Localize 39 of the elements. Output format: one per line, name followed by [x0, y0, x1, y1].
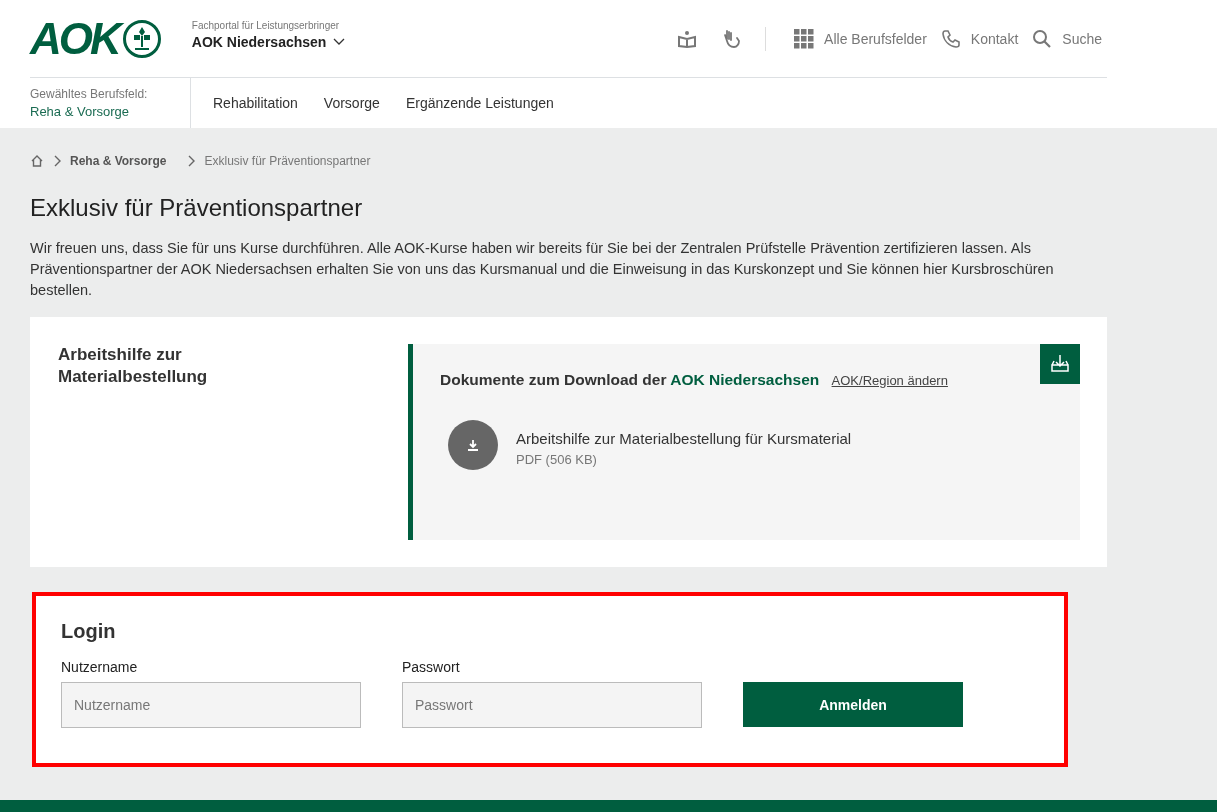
download-button[interactable]	[448, 420, 498, 470]
search-link[interactable]: Suche	[1032, 28, 1102, 49]
professions-link[interactable]: Alle Berufsfelder	[794, 28, 927, 49]
intro-paragraph: Wir freuen uns, dass Sie für uns Kurse durchführen. Alle AOK-Kurse haben wir bereits für Sie bei der Zentralen Prüfstelle Prävention zertifizieren lassen. Als Präventionspartner der AOK Niedersachsen erhalten Sie von uns das Kursmanual und die Einweisung in das Kurskonzept und Sie können hier Kursbroschüren bestellen.	[30, 239, 1055, 300]
phone-icon	[940, 28, 961, 49]
login-title: Login	[61, 620, 117, 643]
chevron-down-icon	[333, 37, 346, 46]
login-button[interactable]: Anmelden	[743, 682, 963, 727]
chevron-right-icon	[186, 154, 197, 168]
nav-item[interactable]: Vorsorge	[323, 95, 380, 111]
download-tray-button[interactable]	[1040, 344, 1080, 384]
download-tray-icon	[1049, 353, 1071, 375]
contact-link[interactable]: Kontakt	[940, 28, 1019, 49]
aok-logo[interactable]: AOK	[30, 16, 162, 61]
search-icon	[1032, 28, 1053, 49]
breadcrumb-link[interactable]: Reha & Vorsorge	[70, 154, 167, 168]
field-label: Nutzername	[61, 659, 139, 675]
field-label: Gewähltes Berufsfeld:	[30, 87, 149, 101]
home-icon[interactable]	[30, 154, 44, 168]
field-label: Passwort	[402, 659, 461, 675]
grid-icon	[794, 28, 815, 49]
password-field[interactable]: Passwort	[402, 682, 702, 728]
field-value-link[interactable]: Reha & Vorsorge	[30, 104, 190, 119]
download-heading: Dokumente zum Download der AOK Niedersachsen AOK/Region ändern	[440, 370, 949, 390]
username-field[interactable]: Nutzername	[61, 682, 361, 728]
breadcrumb-current: Exklusiv für Präventionspartner	[204, 154, 371, 168]
region-dropdown[interactable]: AOK Niedersachsen	[191, 33, 346, 50]
card-title: Arbeitshilfe zur Materialbestellung	[58, 344, 209, 388]
page-title: Exklusiv für Präventionspartner	[30, 194, 364, 222]
change-region-link[interactable]: AOK/Region ändern	[831, 373, 948, 388]
nav-item[interactable]: Rehabilitation	[213, 95, 298, 111]
file-size: PDF (506 KB)	[516, 452, 598, 467]
download-icon	[466, 438, 480, 452]
file-link[interactable]: Arbeitshilfe zur Materialbestellung für Kursmaterial	[516, 430, 852, 447]
book-reader-icon[interactable]	[677, 28, 698, 49]
hands-icon[interactable]	[721, 28, 742, 49]
chevron-right-icon	[52, 154, 62, 168]
portal-label: Fachportal für Leistungserbringer	[191, 19, 341, 31]
nav-item[interactable]: Ergänzende Leistungen	[405, 95, 554, 111]
